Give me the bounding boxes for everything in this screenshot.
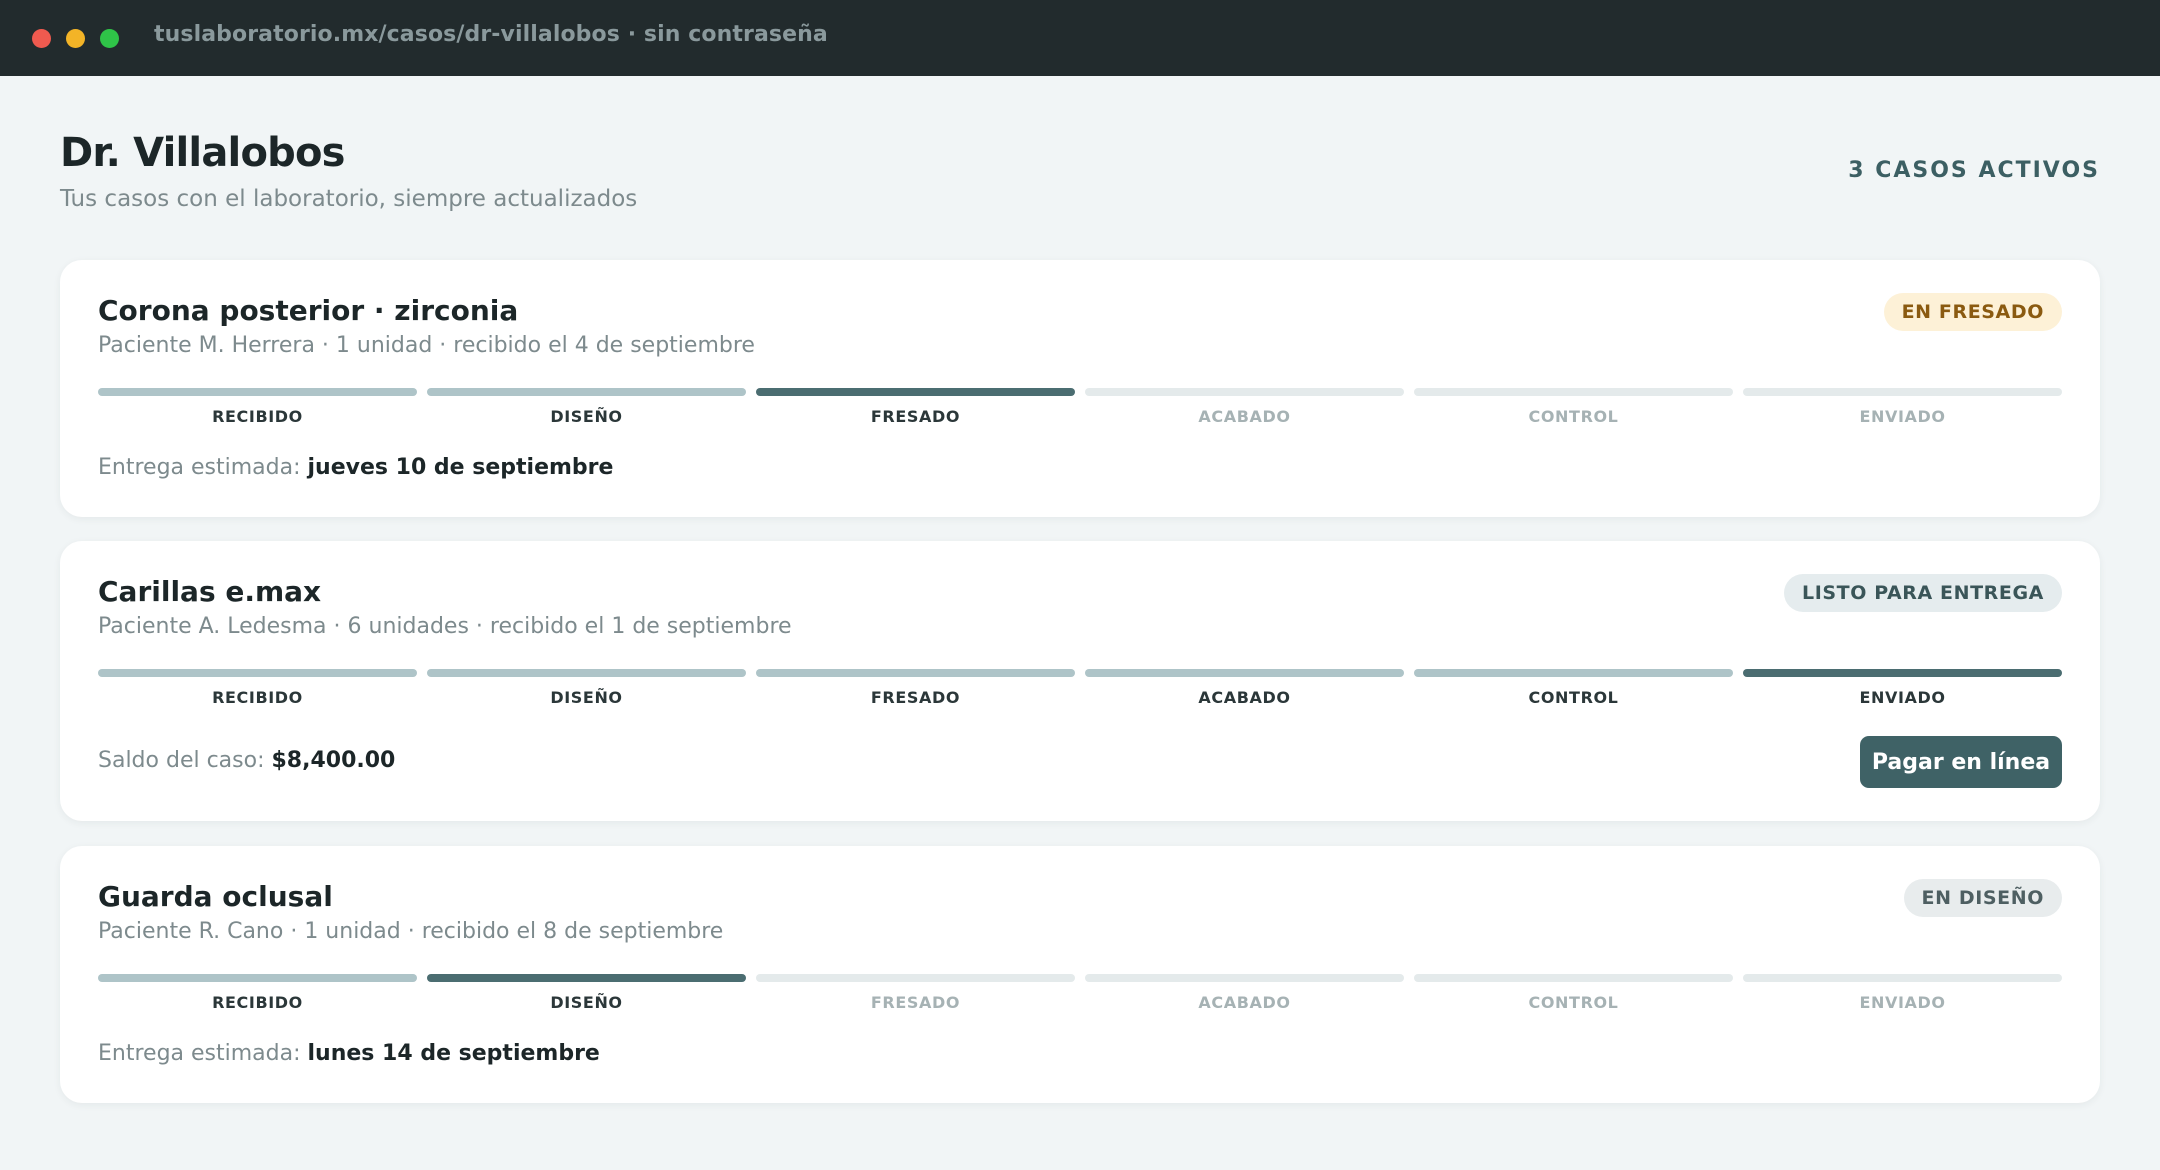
footer-label: Entrega estimada: (98, 1041, 301, 1066)
step-label: ACABADO (1198, 688, 1291, 707)
step-label: ENVIADO (1859, 407, 1946, 426)
step-bar (1085, 974, 1404, 982)
status-badge: LISTO PARA ENTREGA (1784, 574, 2062, 612)
step-bar (1085, 669, 1404, 677)
address-bar-url[interactable]: tuslaboratorio.mx/casos/dr-villalobos · … (154, 22, 828, 47)
status-badge: EN FRESADO (1883, 293, 2062, 331)
delivery-date: jueves 10 de septiembre (307, 455, 614, 480)
step-label: DISEÑO (550, 688, 623, 707)
step-bar (1743, 388, 2062, 396)
minimize-window-dot[interactable] (66, 29, 85, 48)
step-label: FRESADO (870, 993, 961, 1012)
step-diseno: DISEÑO (427, 669, 746, 707)
step-enviado: ENVIADO (1743, 388, 2062, 426)
case-card: Corona posterior · zirconia Paciente M. … (60, 260, 2100, 517)
step-diseno: DISEÑO (427, 388, 746, 426)
step-label: RECIBIDO (212, 993, 303, 1012)
case-footer: Saldo del caso: $8,400.00 (98, 748, 395, 773)
step-acabado: ACABADO (1085, 388, 1404, 426)
step-control: CONTROL (1414, 974, 1733, 1012)
step-bar (1414, 388, 1733, 396)
step-label: ACABADO (1198, 993, 1291, 1012)
step-acabado: ACABADO (1085, 974, 1404, 1012)
progress-steps: RECIBIDO DISEÑO FRESADO ACABADO CONTROL … (98, 974, 2062, 1012)
active-cases-count: 3 CASOS ACTIVOS (1848, 158, 2100, 183)
case-meta: Paciente M. Herrera · 1 unidad · recibid… (98, 333, 755, 358)
step-bar (427, 669, 746, 677)
case-title: Corona posterior · zirconia (98, 294, 519, 327)
step-fresado: FRESADO (756, 974, 1075, 1012)
step-label: FRESADO (870, 407, 961, 426)
step-bar (98, 388, 417, 396)
step-bar (756, 669, 1075, 677)
step-recibido: RECIBIDO (98, 974, 417, 1012)
step-label: ACABADO (1198, 407, 1291, 426)
case-balance: $8,400.00 (271, 748, 396, 773)
step-recibido: RECIBIDO (98, 388, 417, 426)
case-title: Guarda oclusal (98, 880, 333, 913)
step-bar (1414, 669, 1733, 677)
case-card: Guarda oclusal Paciente R. Cano · 1 unid… (60, 846, 2100, 1103)
step-enviado: ENVIADO (1743, 974, 2062, 1012)
step-enviado: ENVIADO (1743, 669, 2062, 707)
step-label: FRESADO (870, 688, 961, 707)
status-badge: EN DISEÑO (1903, 879, 2062, 917)
step-acabado: ACABADO (1085, 669, 1404, 707)
step-bar (98, 974, 417, 982)
page-title: Dr. Villalobos (60, 130, 345, 176)
step-bar (756, 388, 1075, 396)
step-bar (1743, 669, 2062, 677)
step-fresado: FRESADO (756, 388, 1075, 426)
step-label: RECIBIDO (212, 688, 303, 707)
case-title: Carillas e.max (98, 575, 322, 608)
case-footer: Entrega estimada: lunes 14 de septiembre (98, 1041, 600, 1066)
step-label: DISEÑO (550, 407, 623, 426)
page-subtitle: Tus casos con el laboratorio, siempre ac… (60, 186, 638, 212)
step-fresado: FRESADO (756, 669, 1075, 707)
footer-label: Saldo del caso: (98, 748, 265, 773)
step-diseno: DISEÑO (427, 974, 746, 1012)
step-label: ENVIADO (1859, 993, 1946, 1012)
case-meta: Paciente A. Ledesma · 6 unidades · recib… (98, 614, 792, 639)
case-footer: Entrega estimada: jueves 10 de septiembr… (98, 455, 613, 480)
maximize-window-dot[interactable] (100, 29, 119, 48)
step-label: RECIBIDO (212, 407, 303, 426)
delivery-date: lunes 14 de septiembre (307, 1041, 600, 1066)
pay-online-button[interactable]: Pagar en línea (1860, 736, 2062, 788)
step-recibido: RECIBIDO (98, 669, 417, 707)
step-label: CONTROL (1528, 407, 1619, 426)
step-bar (427, 388, 746, 396)
step-control: CONTROL (1414, 388, 1733, 426)
step-bar (756, 974, 1075, 982)
case-meta: Paciente R. Cano · 1 unidad · recibido e… (98, 919, 724, 944)
step-label: ENVIADO (1859, 688, 1946, 707)
step-label: CONTROL (1528, 993, 1619, 1012)
close-window-dot[interactable] (32, 29, 51, 48)
step-label: CONTROL (1528, 688, 1619, 707)
step-label: DISEÑO (550, 993, 623, 1012)
step-bar (1743, 974, 2062, 982)
step-bar (98, 669, 417, 677)
footer-label: Entrega estimada: (98, 455, 301, 480)
browser-titlebar: tuslaboratorio.mx/casos/dr-villalobos · … (0, 0, 2160, 76)
step-control: CONTROL (1414, 669, 1733, 707)
step-bar (1414, 974, 1733, 982)
case-card: Carillas e.max Paciente A. Ledesma · 6 u… (60, 541, 2100, 821)
step-bar (427, 974, 746, 982)
progress-steps: RECIBIDO DISEÑO FRESADO ACABADO CONTROL … (98, 388, 2062, 426)
progress-steps: RECIBIDO DISEÑO FRESADO ACABADO CONTROL … (98, 669, 2062, 707)
step-bar (1085, 388, 1404, 396)
